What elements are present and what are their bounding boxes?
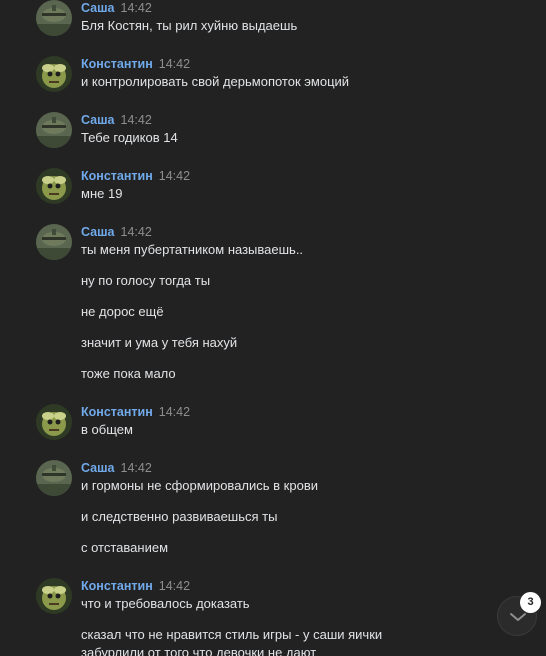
unread-count-badge: 3 <box>520 592 541 613</box>
author-name[interactable]: Константин <box>81 579 153 593</box>
author-name[interactable]: Саша <box>81 113 115 127</box>
message-text: в общем <box>81 422 133 437</box>
message-time[interactable]: 14:42 <box>159 579 190 593</box>
message-time[interactable]: 14:42 <box>159 57 190 71</box>
message-text: Бля Костян, ты рил хуйню выдаешь <box>81 18 298 33</box>
message-text: Тебе годиков 14 <box>81 130 178 145</box>
message-text: сказал что не нравится стиль игры - у са… <box>81 627 383 642</box>
message-time[interactable]: 14:42 <box>121 113 152 127</box>
message-text: ну по голосу тогда ты <box>81 273 211 288</box>
message-text: мне 19 <box>81 186 123 201</box>
message-text: с отставанием <box>81 540 169 555</box>
message-header: Саша 14:42 <box>81 112 152 128</box>
avatar[interactable] <box>36 460 72 496</box>
message-time[interactable]: 14:42 <box>121 225 152 239</box>
avatar-image <box>36 578 72 614</box>
avatar-image <box>36 0 72 36</box>
message-time[interactable]: 14:42 <box>121 1 152 15</box>
avatar[interactable] <box>36 168 72 204</box>
author-name[interactable]: Константин <box>81 405 153 419</box>
author-name[interactable]: Константин <box>81 57 153 71</box>
message-header: Саша 14:42 <box>81 460 152 476</box>
message-text: тоже пока мало <box>81 366 176 381</box>
message-header: Саша 14:42 <box>81 224 152 240</box>
message-header: Константин 14:42 <box>81 404 190 420</box>
avatar[interactable] <box>36 56 72 92</box>
chat-history: Саша 14:42 Бля Костян, ты рил хуйню выдае… <box>0 0 546 656</box>
avatar[interactable] <box>36 224 72 260</box>
avatar[interactable] <box>36 0 72 36</box>
message-text: что и требовалось доказать <box>81 596 250 611</box>
message-header: Константин 14:42 <box>81 168 190 184</box>
message-header: Константин 14:42 <box>81 56 190 72</box>
message-text: значит и ума у тебя нахуй <box>81 335 238 350</box>
avatar-image <box>36 112 72 148</box>
message-text: и контролировать свой дерьмопоток эмоций <box>81 74 350 89</box>
message-time[interactable]: 14:42 <box>159 405 190 419</box>
message-header: Саша 14:42 <box>81 0 152 16</box>
message-header: Константин 14:42 <box>81 578 190 594</box>
message-text: и следственно развиваешься ты <box>81 509 278 524</box>
author-name[interactable]: Саша <box>81 461 115 475</box>
avatar-image <box>36 460 72 496</box>
avatar[interactable] <box>36 404 72 440</box>
avatar-image <box>36 56 72 92</box>
message-text: не дорос ещё <box>81 304 164 319</box>
avatar[interactable] <box>36 578 72 614</box>
message-time[interactable]: 14:42 <box>121 461 152 475</box>
author-name[interactable]: Саша <box>81 225 115 239</box>
message-time[interactable]: 14:42 <box>159 169 190 183</box>
message-text: и гормоны не сформировались в крови <box>81 478 318 493</box>
avatar[interactable] <box>36 112 72 148</box>
chevron-down-icon <box>510 613 526 621</box>
message-text: ты меня пубертатником называешь.. <box>81 242 304 257</box>
author-name[interactable]: Константин <box>81 169 153 183</box>
message-text: забурлили от того что девочки не дают <box>81 645 317 656</box>
avatar-image <box>36 224 72 260</box>
avatar-image <box>36 404 72 440</box>
author-name[interactable]: Саша <box>81 1 115 15</box>
avatar-image <box>36 168 72 204</box>
